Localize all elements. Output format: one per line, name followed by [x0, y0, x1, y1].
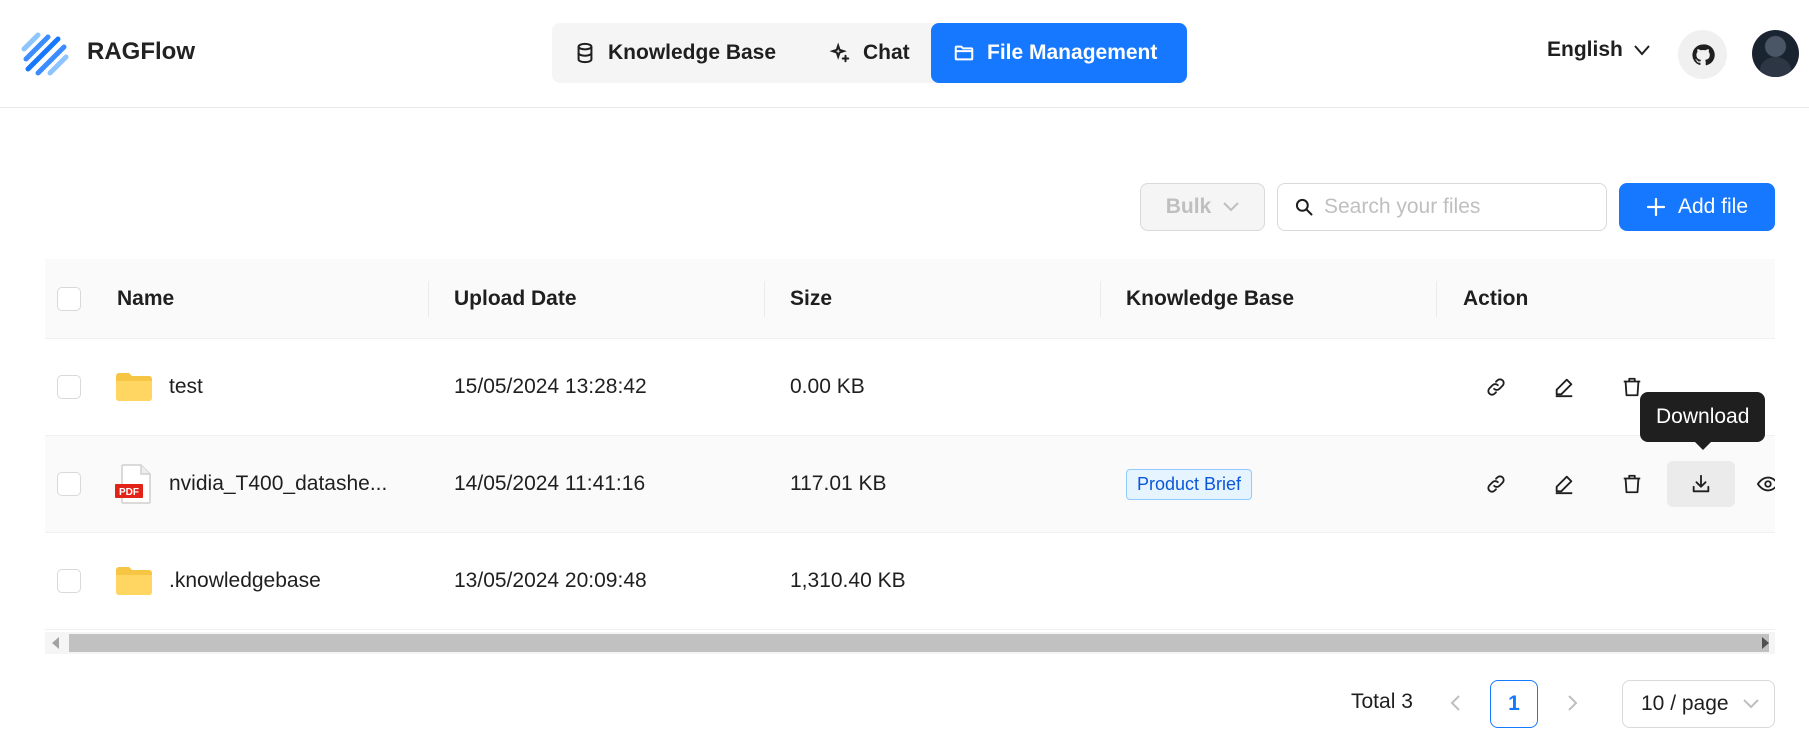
tab-chat[interactable]: Chat	[807, 23, 927, 83]
download-icon	[1692, 474, 1710, 493]
upload-date: 14/05/2024 11:41:16	[454, 472, 646, 495]
download-tooltip: Download	[1640, 392, 1766, 450]
folder-icon	[116, 567, 152, 595]
file-table: Name Upload Date Size Knowledge Base Act…	[45, 259, 1775, 657]
name-cell[interactable]: PDF nvidia_T400_datashe...	[115, 436, 387, 532]
github-icon	[1691, 43, 1715, 65]
sparkle-icon	[829, 42, 850, 63]
file-name: nvidia_T400_datashe...	[169, 472, 388, 495]
bulk-button[interactable]: Bulk	[1140, 183, 1265, 231]
language-selector[interactable]: English	[1547, 38, 1651, 62]
trash-icon	[1623, 377, 1641, 397]
upload-date: 13/05/2024 20:09:48	[454, 569, 647, 592]
trash-icon	[1623, 474, 1641, 494]
add-file-label: Add file	[1677, 195, 1749, 218]
select-all-checkbox[interactable]	[57, 287, 81, 311]
page-size-label: 10 / page	[1641, 692, 1729, 715]
row-checkbox[interactable]	[57, 472, 81, 496]
column-header-size[interactable]: Size	[790, 259, 832, 339]
column-divider	[764, 281, 765, 317]
column-header-name[interactable]: Name	[117, 259, 174, 339]
tab-knowledge-base[interactable]: Knowledge Base	[552, 23, 807, 83]
app-title: RAGFlow	[87, 38, 195, 65]
chevron-down-icon	[1742, 699, 1759, 709]
knowledge-base-cell: Product Brief	[1126, 436, 1253, 532]
download-button[interactable]	[1667, 461, 1735, 507]
folder-icon	[116, 373, 152, 401]
table-header: Name Upload Date Size Knowledge Base Act…	[45, 259, 1775, 339]
page-size-select[interactable]: 10 / page	[1622, 680, 1775, 728]
table-row[interactable]: PDF nvidia_T400_datashe... 14/05/2024 11…	[45, 436, 1775, 533]
link-icon	[1487, 475, 1505, 493]
column-header-knowledge-base[interactable]: Knowledge Base	[1126, 259, 1294, 339]
table-row[interactable]: .knowledgebase 13/05/2024 20:09:48 1,310…	[45, 533, 1775, 630]
chevron-down-icon	[1223, 202, 1239, 212]
edit-icon	[1555, 378, 1573, 398]
horizontal-scrollbar[interactable]	[45, 632, 1775, 654]
page-button-current[interactable]: 1	[1490, 680, 1538, 728]
scrollbar-thumb[interactable]	[69, 634, 1769, 652]
search-input[interactable]	[1324, 195, 1594, 219]
user-avatar[interactable]	[1752, 30, 1799, 77]
folder-icon	[954, 45, 974, 61]
tab-file-management[interactable]: File Management	[931, 23, 1187, 83]
tab-label: Knowledge Base	[608, 41, 777, 64]
main-nav: Knowledge Base Chat File Management	[552, 23, 1187, 83]
preview-button[interactable]	[1745, 461, 1775, 507]
next-page-button[interactable]	[1558, 688, 1588, 718]
pdf-icon: PDF	[115, 464, 151, 504]
file-size: 1,310.40 KB	[790, 569, 906, 592]
file-size: 117.01 KB	[790, 472, 887, 495]
chevron-down-icon	[1634, 45, 1650, 56]
eye-icon	[1756, 476, 1775, 492]
delete-button[interactable]	[1609, 461, 1655, 507]
name-cell[interactable]: .knowledgebase	[115, 533, 321, 629]
previous-page-button[interactable]	[1440, 688, 1470, 718]
link-button[interactable]	[1473, 461, 1519, 507]
scroll-left-arrow-icon[interactable]	[52, 637, 59, 649]
link-button[interactable]	[1473, 364, 1519, 410]
file-size: 0.00 KB	[790, 375, 865, 398]
column-divider	[428, 281, 429, 317]
file-name: test	[169, 375, 203, 398]
tab-label: File Management	[987, 41, 1158, 64]
ragflow-logo-icon	[21, 32, 69, 76]
edit-button[interactable]	[1541, 364, 1587, 410]
search-icon	[1295, 198, 1313, 216]
name-cell[interactable]: test	[115, 339, 203, 435]
column-header-upload-date[interactable]: Upload Date	[454, 259, 577, 339]
add-file-button[interactable]: Add file	[1619, 183, 1775, 231]
database-icon	[577, 42, 593, 64]
app-header: RAGFlow Knowledge Base Chat File Managem…	[0, 0, 1809, 108]
table-row[interactable]: test 15/05/2024 13:28:42 0.00 KB	[45, 339, 1775, 436]
upload-date: 15/05/2024 13:28:42	[454, 375, 647, 398]
language-label: English	[1547, 38, 1623, 61]
edit-button[interactable]	[1541, 461, 1587, 507]
plus-icon	[1646, 197, 1666, 217]
tab-label: Chat	[863, 41, 910, 64]
scroll-right-arrow-icon[interactable]	[1762, 637, 1769, 649]
row-checkbox[interactable]	[57, 375, 81, 399]
file-name: .knowledgebase	[169, 569, 321, 592]
chevron-left-icon	[1450, 695, 1460, 711]
github-button[interactable]	[1678, 30, 1727, 79]
column-divider	[1100, 281, 1101, 317]
search-box	[1277, 183, 1607, 231]
knowledge-base-tag[interactable]: Product Brief	[1126, 468, 1253, 500]
column-header-action: Action	[1463, 287, 1529, 310]
link-icon	[1487, 378, 1505, 396]
row-checkbox[interactable]	[57, 569, 81, 593]
edit-icon	[1555, 475, 1573, 495]
total-count: Total 3	[1351, 690, 1413, 713]
bulk-label: Bulk	[1165, 195, 1212, 218]
svg-text:PDF: PDF	[119, 487, 139, 498]
column-divider	[1436, 281, 1437, 317]
chevron-right-icon	[1568, 695, 1578, 711]
